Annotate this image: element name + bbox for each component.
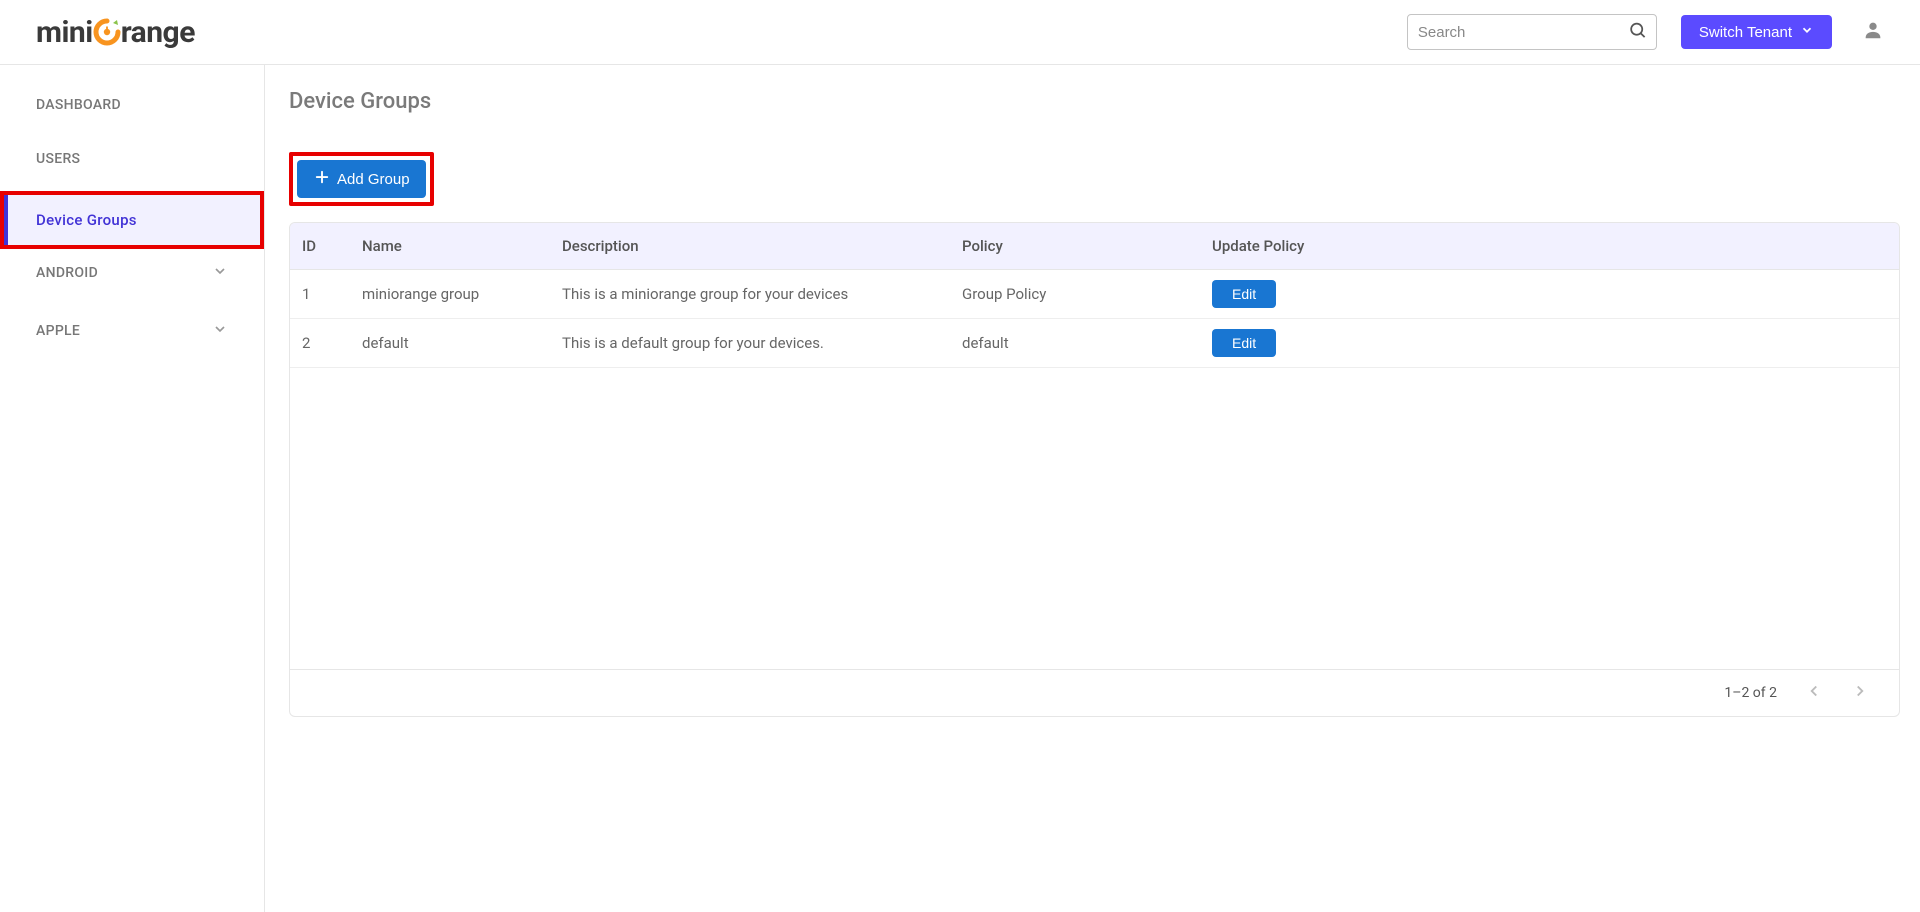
switch-tenant-button[interactable]: Switch Tenant <box>1681 15 1832 49</box>
cell-update-policy: Edit <box>1200 319 1899 368</box>
sidebar-item-dashboard[interactable]: DASHBOARD <box>0 83 264 127</box>
logo: mini range <box>36 15 195 50</box>
sidebar-item-label: DASHBOARD <box>36 97 121 113</box>
search-input[interactable] <box>1407 14 1657 50</box>
switch-tenant-label: Switch Tenant <box>1699 24 1792 41</box>
cell-policy: default <box>950 319 1200 368</box>
sidebar-item-label: Device Groups <box>36 211 137 229</box>
chevron-down-icon <box>212 263 228 283</box>
top-header: mini range Switch Tenant <box>0 0 1920 65</box>
cell-name: default <box>350 319 550 368</box>
sidebar-item-users[interactable]: USERS <box>0 137 264 181</box>
search-icon[interactable] <box>1628 21 1647 44</box>
sidebar-item-device-groups[interactable]: Device Groups <box>0 191 264 249</box>
prev-page-icon[interactable] <box>1805 682 1823 704</box>
col-header-description: Description <box>550 223 950 270</box>
pagination-bar: 1–2 of 2 <box>290 669 1899 716</box>
add-group-button[interactable]: Add Group <box>297 160 426 198</box>
col-header-name: Name <box>350 223 550 270</box>
pagination-range: 1–2 of 2 <box>1724 685 1777 701</box>
chevron-down-icon <box>212 321 228 341</box>
edit-button[interactable]: Edit <box>1212 280 1276 308</box>
sidebar-item-label: USERS <box>36 151 80 167</box>
col-header-id: ID <box>290 223 350 270</box>
sidebar-item-android[interactable]: ANDROID <box>0 249 264 297</box>
plus-icon <box>313 168 331 190</box>
table-card: ID Name Description Policy Update Policy… <box>289 222 1900 717</box>
cell-id: 1 <box>290 270 350 319</box>
col-header-policy: Policy <box>950 223 1200 270</box>
cell-description: This is a default group for your devices… <box>550 319 950 368</box>
cell-name: miniorange group <box>350 270 550 319</box>
logo-orb-icon <box>93 18 121 46</box>
cell-description: This is a miniorange group for your devi… <box>550 270 950 319</box>
page-title: Device Groups <box>289 89 1900 114</box>
edit-button[interactable]: Edit <box>1212 329 1276 357</box>
search-wrap <box>1407 14 1657 50</box>
cell-id: 2 <box>290 319 350 368</box>
col-header-update-policy: Update Policy <box>1200 223 1899 270</box>
user-avatar-icon[interactable] <box>1862 19 1884 45</box>
table-row: 2 default This is a default group for yo… <box>290 319 1899 368</box>
main-content: Device Groups Add Group ID Name Descript… <box>265 65 1920 912</box>
next-page-icon[interactable] <box>1851 682 1869 704</box>
chevron-down-icon <box>1800 23 1814 41</box>
groups-table: ID Name Description Policy Update Policy… <box>290 223 1899 368</box>
sidebar-item-apple[interactable]: APPLE <box>0 307 264 355</box>
sidebar-item-label: APPLE <box>36 323 80 339</box>
cell-update-policy: Edit <box>1200 270 1899 319</box>
table-row: 1 miniorange group This is a miniorange … <box>290 270 1899 319</box>
add-group-highlight: Add Group <box>289 152 434 206</box>
cell-policy: Group Policy <box>950 270 1200 319</box>
sidebar-item-label: ANDROID <box>36 265 98 281</box>
add-group-label: Add Group <box>337 171 410 188</box>
sidebar: DASHBOARD USERS Device Groups ANDROID AP… <box>0 65 265 912</box>
